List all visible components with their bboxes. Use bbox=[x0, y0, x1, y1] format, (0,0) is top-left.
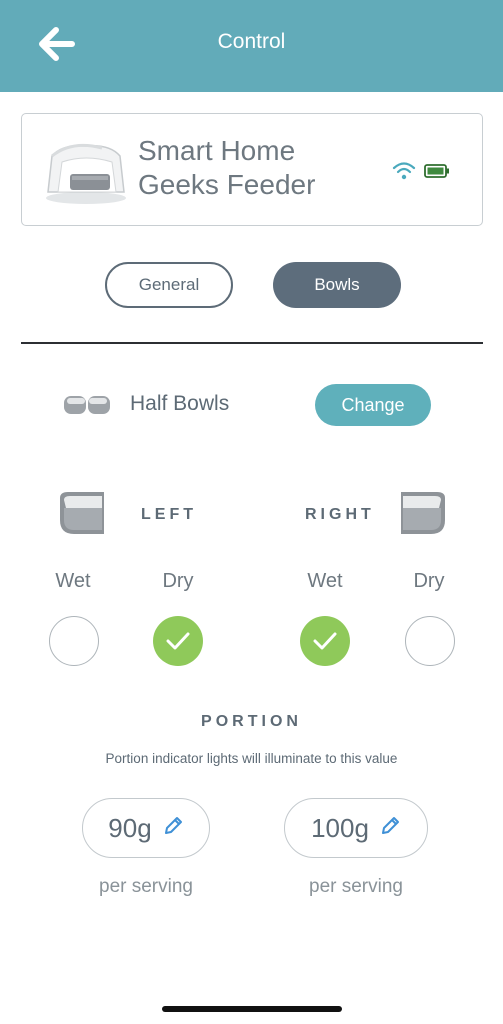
right-portion-value: 100g bbox=[311, 812, 369, 843]
right-dry-label: Dry bbox=[413, 570, 445, 592]
tab-general[interactable]: General bbox=[105, 262, 233, 308]
left-wet-checkbox[interactable] bbox=[49, 616, 99, 666]
pencil-icon bbox=[379, 815, 401, 842]
device-status bbox=[392, 161, 450, 186]
tab-bowls[interactable]: Bowls bbox=[273, 262, 401, 308]
page-title: Control bbox=[217, 30, 286, 53]
left-per-serving-label: per serving bbox=[99, 876, 193, 897]
right-wet-checkbox[interactable] bbox=[300, 616, 350, 666]
left-label: LEFT bbox=[141, 506, 197, 523]
battery-icon bbox=[424, 164, 450, 183]
change-button[interactable]: Change bbox=[315, 384, 431, 426]
check-icon bbox=[313, 632, 337, 650]
header-bar: Control bbox=[0, 0, 503, 92]
left-dry-checkbox[interactable] bbox=[153, 616, 203, 666]
check-icon bbox=[166, 632, 190, 650]
left-portion-value: 90g bbox=[108, 812, 152, 843]
home-indicator[interactable] bbox=[162, 1006, 342, 1012]
left-bowl-icon bbox=[56, 490, 106, 538]
pencil-icon bbox=[162, 815, 184, 842]
portion-title: PORTION bbox=[201, 713, 302, 730]
bowl-type-label: Half Bowls bbox=[130, 392, 230, 415]
right-label: RIGHT bbox=[305, 506, 375, 523]
left-dry-label: Dry bbox=[162, 570, 194, 592]
portion-subtitle: Portion indicator lights will illuminate… bbox=[105, 751, 398, 766]
right-wet-label: Wet bbox=[307, 570, 343, 592]
half-bowls-icon bbox=[63, 394, 111, 416]
left-portion-input[interactable]: 90g bbox=[82, 798, 210, 858]
right-per-serving-label: per serving bbox=[309, 876, 403, 897]
left-wet-label: Wet bbox=[55, 570, 91, 592]
right-bowl-icon bbox=[399, 490, 449, 538]
right-portion-input[interactable]: 100g bbox=[284, 798, 428, 858]
device-card[interactable]: Smart Home Geeks Feeder bbox=[21, 113, 483, 226]
right-dry-checkbox[interactable] bbox=[405, 616, 455, 666]
feeder-image bbox=[42, 136, 128, 206]
section-divider bbox=[21, 342, 483, 344]
wifi-icon bbox=[392, 161, 416, 186]
device-name: Smart Home Geeks Feeder bbox=[138, 135, 316, 200]
